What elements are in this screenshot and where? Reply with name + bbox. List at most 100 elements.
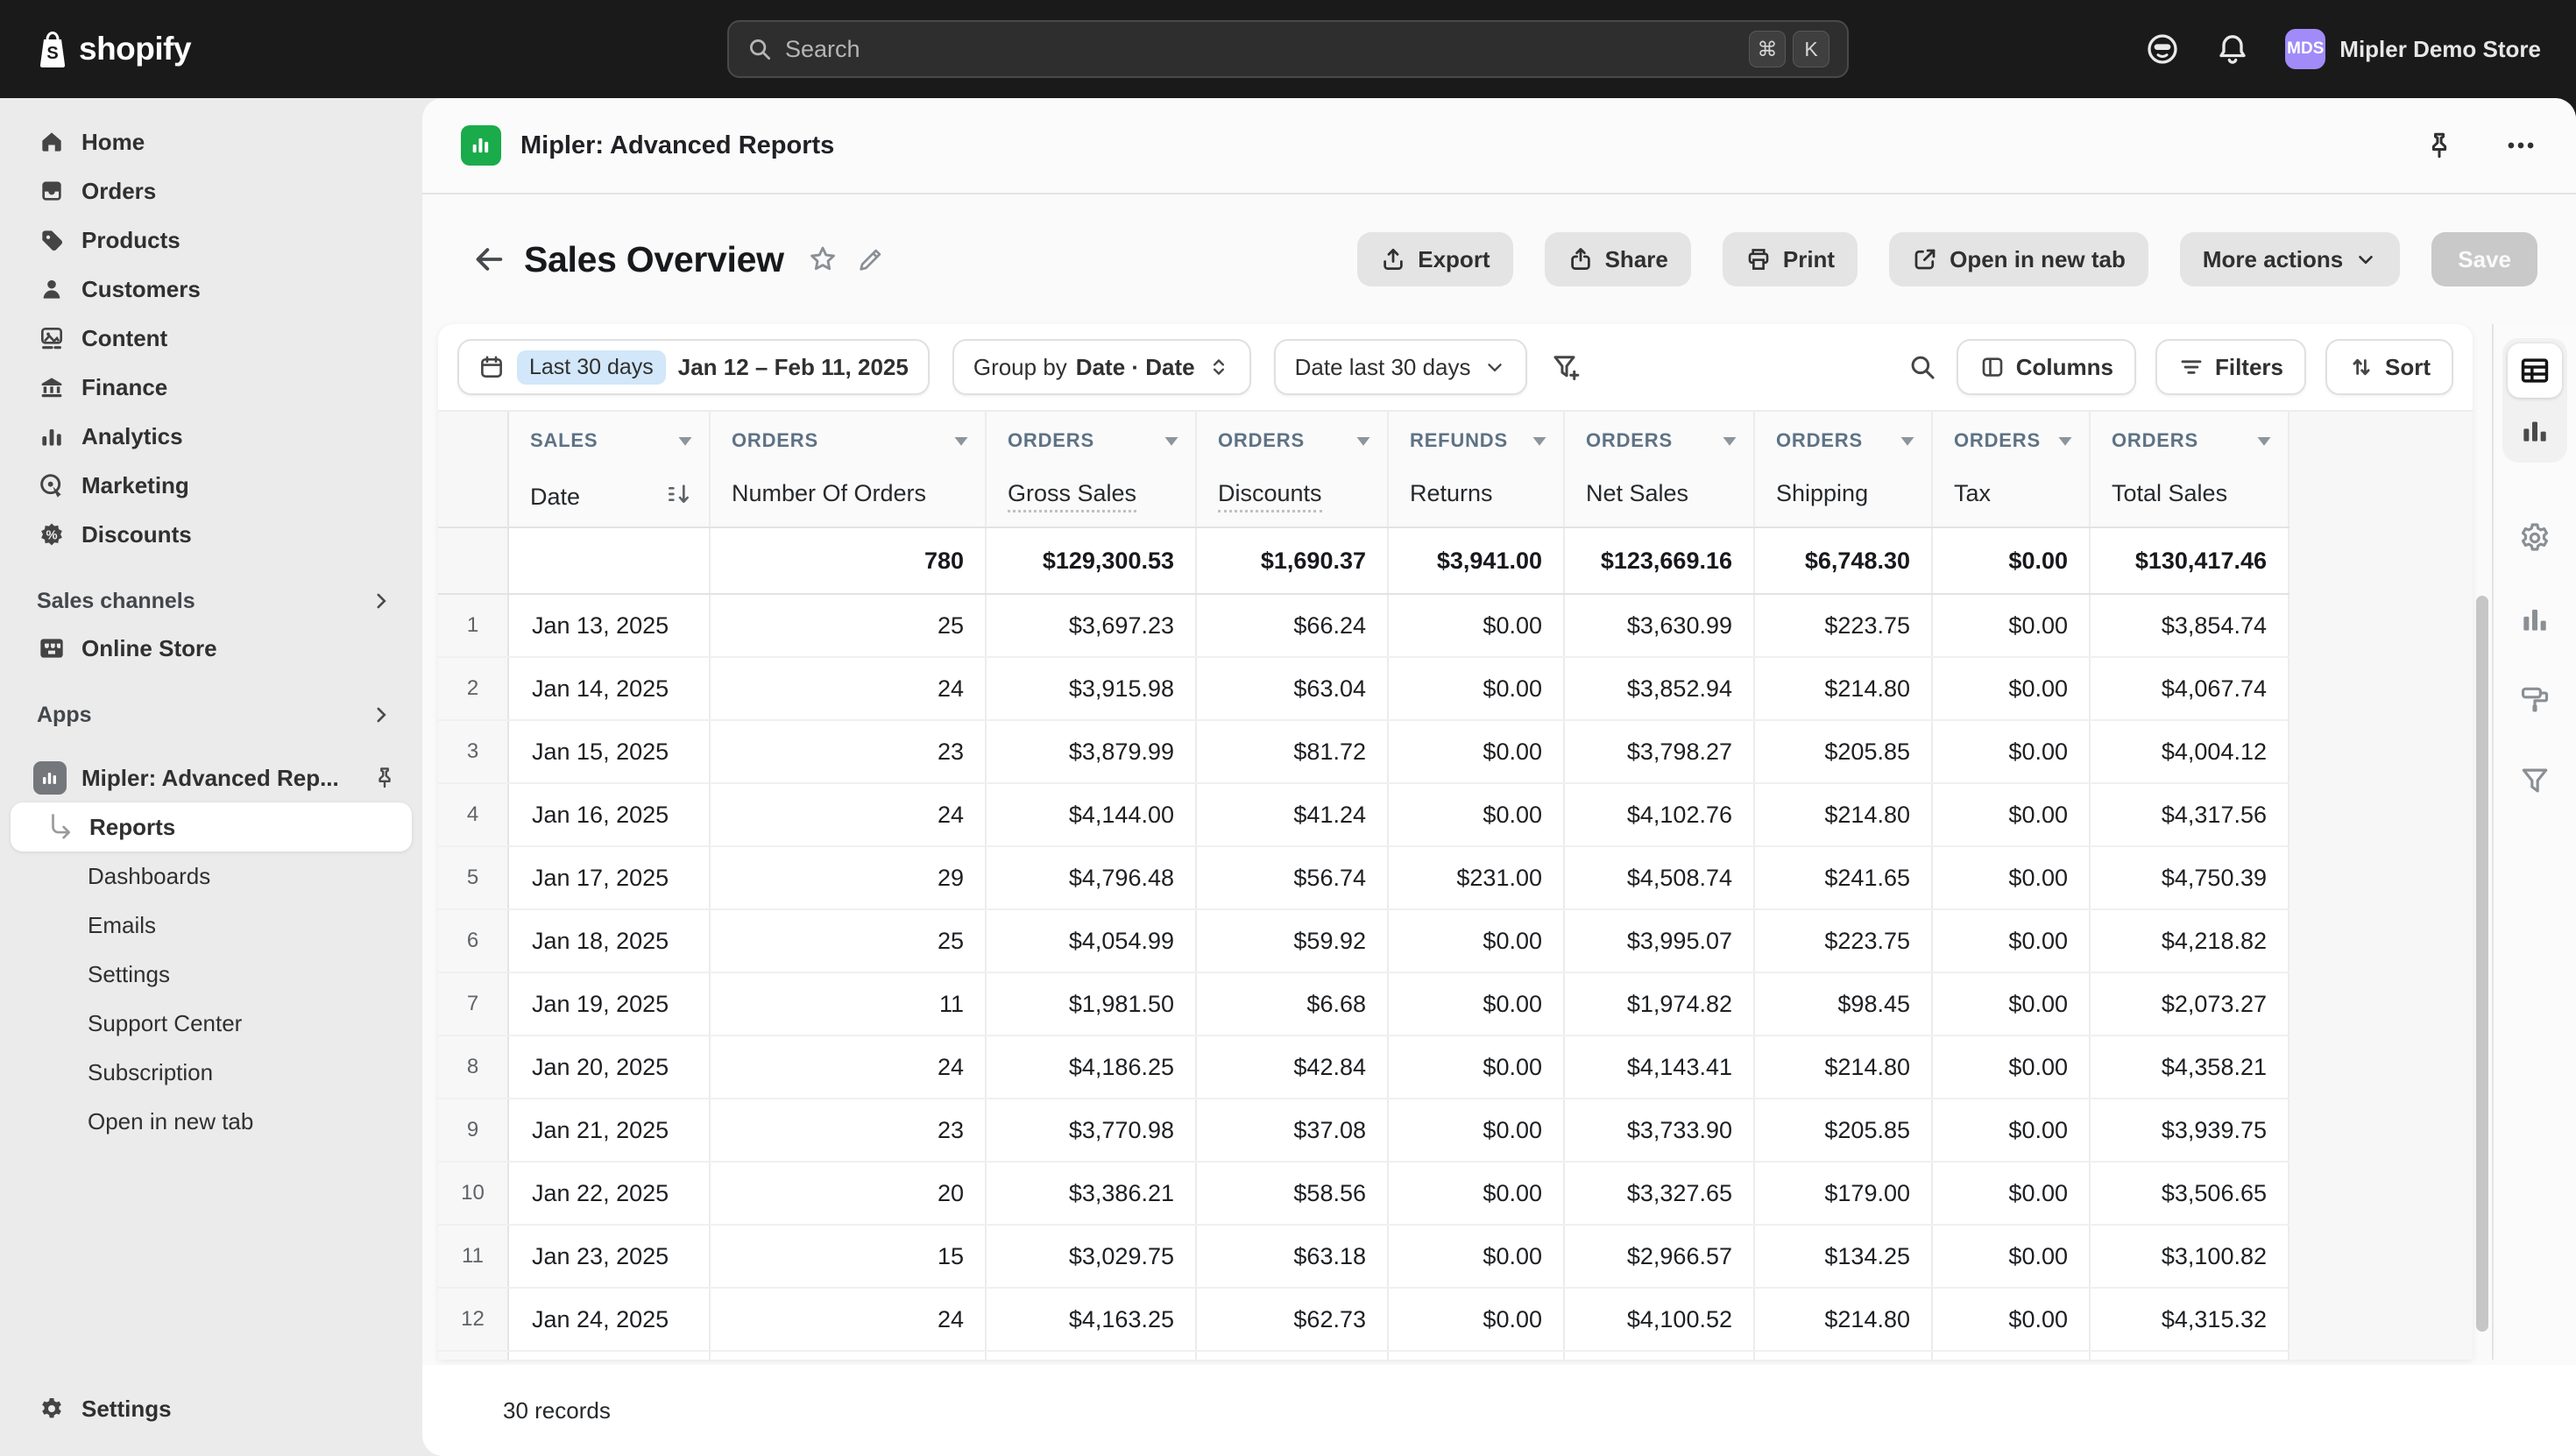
- shopify-logo[interactable]: S shopify: [35, 29, 191, 69]
- column-menu-icon[interactable]: [953, 435, 969, 447]
- external-link-icon: [1912, 246, 1938, 272]
- chart-view-button[interactable]: [2508, 403, 2562, 457]
- more-menu-button[interactable]: [2504, 129, 2537, 162]
- sidebar-item-discounts[interactable]: % Discounts: [11, 510, 412, 559]
- column-menu-icon[interactable]: [1900, 435, 1915, 447]
- table-row[interactable]: 4Jan 16, 202524$4,144.00$41.24$0.00$4,10…: [438, 783, 2289, 846]
- table-row[interactable]: 5Jan 17, 202529$4,796.48$56.74$231.00$4,…: [438, 846, 2289, 909]
- column-menu-icon[interactable]: [2057, 435, 2073, 447]
- column-menu-icon[interactable]: [1164, 435, 1179, 447]
- sidebar-item-online-store[interactable]: Online Store: [11, 624, 412, 673]
- sidebar-item-emails[interactable]: Emails: [11, 901, 412, 950]
- sidebar-item-analytics[interactable]: Analytics: [11, 412, 412, 461]
- table-row[interactable]: 1Jan 13, 202525$3,697.23$66.24$0.00$3,63…: [438, 594, 2289, 657]
- table-cell: $4,143.41: [1564, 1035, 1754, 1099]
- vertical-scrollbar[interactable]: [2473, 324, 2492, 1360]
- table-row[interactable]: 9Jan 21, 202523$3,770.98$37.08$0.00$3,73…: [438, 1099, 2289, 1162]
- rename-button[interactable]: [856, 244, 886, 274]
- table-row[interactable]: 2Jan 14, 202524$3,915.98$63.04$0.00$3,85…: [438, 657, 2289, 720]
- shopify-admin: S shopify Search ⌘ K: [0, 0, 2576, 1456]
- table-cell: $223.75: [1754, 594, 1932, 657]
- column-header-discounts[interactable]: ORDERS Discounts: [1196, 412, 1388, 527]
- table-cell: $0.00: [1932, 972, 2090, 1035]
- search-input[interactable]: Search ⌘ K: [727, 20, 1849, 78]
- table-cell: $231.00: [1388, 846, 1564, 909]
- sidebar-item-reports[interactable]: Reports: [11, 802, 412, 852]
- table-cell: Jan 22, 2025: [508, 1162, 710, 1225]
- sidebar-item-customers[interactable]: Customers: [11, 265, 412, 314]
- column-menu-icon[interactable]: [2256, 435, 2272, 447]
- arrow-left-icon: [471, 242, 506, 277]
- sidebar-item-orders[interactable]: Orders: [11, 166, 412, 216]
- columns-button[interactable]: Columns: [1957, 339, 2136, 395]
- table-search-button[interactable]: [1907, 352, 1937, 382]
- more-actions-button[interactable]: More actions: [2180, 232, 2400, 286]
- filters-button[interactable]: Filters: [2155, 339, 2306, 395]
- print-button[interactable]: Print: [1723, 232, 1858, 286]
- sidebar-item-support-center[interactable]: Support Center: [11, 999, 412, 1048]
- store-menu[interactable]: MDS Mipler Demo Store: [2285, 29, 2541, 69]
- sidebar-item-subscription[interactable]: Subscription: [11, 1048, 412, 1097]
- pin-app-button[interactable]: [2424, 130, 2455, 161]
- sidebar-item-dashboards[interactable]: Dashboards: [11, 852, 412, 901]
- export-button[interactable]: Export: [1357, 232, 1512, 286]
- add-filter-button[interactable]: [1550, 351, 1582, 383]
- column-menu-icon[interactable]: [1355, 435, 1371, 447]
- column-header-tax[interactable]: ORDERS Tax: [1932, 412, 2090, 527]
- column-menu-icon[interactable]: [1722, 435, 1737, 447]
- table-view-button[interactable]: [2508, 343, 2562, 398]
- table-row[interactable]: 8Jan 20, 202524$4,186.25$42.84$0.00$4,14…: [438, 1035, 2289, 1099]
- summary-row: 780 $129,300.53 $1,690.37 $3,941.00 $123…: [438, 527, 2289, 594]
- sales-channels-header[interactable]: Sales channels: [11, 578, 412, 624]
- sort-icon: [2348, 354, 2374, 380]
- sidebar-item-finance[interactable]: Finance: [11, 363, 412, 412]
- column-header-gross-sales[interactable]: ORDERS Gross Sales: [986, 412, 1196, 527]
- sidebar-item-mipler-app[interactable]: Mipler: Advanced Rep...: [11, 753, 412, 802]
- table-row[interactable]: 12Jan 24, 202524$4,163.25$62.73$0.00$4,1…: [438, 1288, 2289, 1351]
- rail-icons: [2517, 520, 2552, 797]
- report-settings-button[interactable]: [2517, 520, 2552, 555]
- column-header-number-of-orders[interactable]: ORDERS Number Of Orders: [710, 412, 986, 527]
- date-range-picker[interactable]: Last 30 days Jan 12 – Feb 11, 2025: [457, 339, 930, 395]
- main-panel: Mipler: Advanced Reports Sales Overview: [422, 98, 2576, 1456]
- sidebar-item-products[interactable]: Products: [11, 216, 412, 265]
- table-row[interactable]: 11Jan 23, 202515$3,029.75$63.18$0.00$2,9…: [438, 1225, 2289, 1288]
- notifications-button[interactable]: [2215, 32, 2250, 67]
- sidebar-item-app-settings[interactable]: Settings: [11, 950, 412, 999]
- column-header-total-sales[interactable]: ORDERS Total Sales: [2090, 412, 2289, 527]
- sidebar-item-content[interactable]: Content: [11, 314, 412, 363]
- open-in-new-tab-button[interactable]: Open in new tab: [1889, 232, 2148, 286]
- sidebar-item-home[interactable]: Home: [11, 117, 412, 166]
- column-menu-icon[interactable]: [1532, 435, 1547, 447]
- table-row[interactable]: 10Jan 22, 202520$3,386.21$58.56$0.00$3,3…: [438, 1162, 2289, 1225]
- column-header-date[interactable]: SALES Date: [508, 412, 710, 527]
- table-row[interactable]: 7Jan 19, 202511$1,981.50$6.68$0.00$1,974…: [438, 972, 2289, 1035]
- sort-descending-icon[interactable]: [665, 480, 693, 514]
- column-header-returns[interactable]: REFUNDS Returns: [1388, 412, 1564, 527]
- table-cell: Jan 19, 2025: [508, 972, 710, 1035]
- date-filter-dropdown[interactable]: Date last 30 days: [1274, 339, 1527, 395]
- scrollbar-thumb[interactable]: [2476, 596, 2488, 1332]
- save-button[interactable]: Save: [2431, 232, 2537, 286]
- column-header-net-sales[interactable]: ORDERS Net Sales: [1564, 412, 1754, 527]
- group-by-select[interactable]: Group by Date · Date: [952, 339, 1251, 395]
- chart-settings-button[interactable]: [2518, 603, 2551, 636]
- pin-icon[interactable]: [372, 765, 398, 791]
- mipler-app-small-icon: [33, 761, 67, 795]
- sidebar-item-settings[interactable]: Settings: [11, 1384, 412, 1433]
- style-button[interactable]: [2518, 683, 2551, 717]
- sidebar-item-open-in-new-tab[interactable]: Open in new tab: [11, 1097, 412, 1146]
- favorite-button[interactable]: [807, 244, 839, 275]
- filters-rail-button[interactable]: [2518, 764, 2551, 797]
- table-row[interactable]: 3Jan 15, 202523$3,879.99$81.72$0.00$3,79…: [438, 720, 2289, 783]
- apps-header[interactable]: Apps: [11, 692, 412, 738]
- back-button[interactable]: [471, 242, 506, 277]
- column-menu-icon[interactable]: [677, 435, 693, 447]
- share-button[interactable]: Share: [1545, 232, 1691, 286]
- inbox-button[interactable]: [2145, 32, 2180, 67]
- funnel-plus-icon: [1550, 351, 1582, 383]
- sort-button[interactable]: Sort: [2325, 339, 2453, 395]
- column-header-shipping[interactable]: ORDERS Shipping: [1754, 412, 1932, 527]
- sidebar-item-marketing[interactable]: Marketing: [11, 461, 412, 510]
- table-row[interactable]: 6Jan 18, 202525$4,054.99$59.92$0.00$3,99…: [438, 909, 2289, 972]
